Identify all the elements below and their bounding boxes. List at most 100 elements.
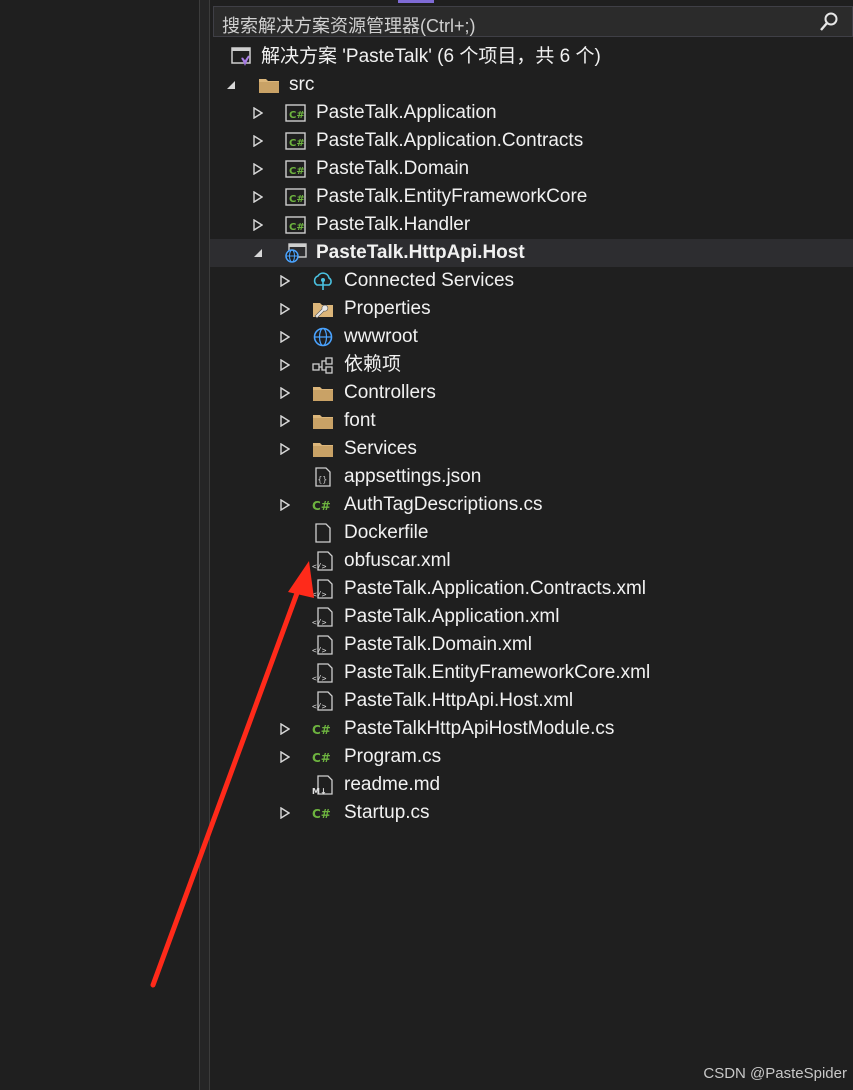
tree-item-file[interactable]: font [210, 407, 853, 435]
folder-icon [312, 411, 334, 431]
tree-item-file[interactable]: </> PasteTalk.Application.xml [210, 603, 853, 631]
expand-arrow-icon[interactable] [278, 407, 292, 435]
tree-item-file[interactable]: Dockerfile [210, 519, 853, 547]
file-icon [312, 523, 334, 543]
tree-item-file[interactable]: C# Program.cs [210, 743, 853, 771]
expand-arrow-icon[interactable] [278, 267, 292, 295]
tree-item-file[interactable]: </> obfuscar.xml [210, 547, 853, 575]
tree-item-file[interactable]: Connected Services [210, 267, 853, 295]
tree-item-file[interactable]: </> PasteTalk.HttpApi.Host.xml [210, 687, 853, 715]
tree-item-label: Program.cs [344, 746, 442, 767]
solution-explorer-search[interactable]: 搜索解决方案资源管理器(Ctrl+;) [213, 6, 853, 37]
expand-arrow-icon[interactable] [278, 715, 292, 743]
svg-text:M↓: M↓ [312, 787, 327, 795]
xml-file-icon: </> [312, 607, 334, 627]
svg-text:C#: C# [312, 723, 331, 737]
tree-item-label: wwwroot [344, 326, 418, 347]
expand-arrow-icon[interactable] [251, 155, 265, 183]
expand-arrow-icon[interactable] [278, 295, 292, 323]
tree-item-label: font [344, 410, 376, 431]
tree-item-label: PasteTalk.EntityFrameworkCore.xml [344, 662, 651, 683]
tree-item-file[interactable]: Properties [210, 295, 853, 323]
tree-item-label: PasteTalk.Application.xml [344, 606, 560, 627]
folder-icon [312, 383, 334, 403]
svg-text:</>: </> [312, 702, 327, 711]
tree-item-file[interactable]: C# Startup.cs [210, 799, 853, 827]
divider [199, 0, 200, 1090]
tree-item-file[interactable]: M↓ readme.md [210, 771, 853, 799]
solution-icon [231, 47, 253, 67]
expand-arrow-icon[interactable] [278, 379, 292, 407]
tree-item-label: src [289, 74, 315, 95]
xml-file-icon: </> [312, 691, 334, 711]
csharp-file-icon: C# [312, 719, 334, 739]
expand-arrow-icon[interactable] [278, 799, 292, 827]
csharp-file-icon: C# [312, 803, 334, 823]
tree-item-label: Connected Services [344, 270, 515, 291]
tree-item-file[interactable]: wwwroot [210, 323, 853, 351]
tree-item-label: Controllers [344, 382, 436, 403]
tree-item-project[interactable]: C# PasteTalk.Application [210, 99, 853, 127]
expand-arrow-icon[interactable] [251, 183, 265, 211]
tree-item-label: Services [344, 438, 417, 459]
svg-text:C#: C# [289, 222, 305, 233]
search-placeholder: 搜索解决方案资源管理器(Ctrl+;) [222, 16, 476, 36]
active-tab-indicator [398, 0, 434, 3]
pane-splitter[interactable] [200, 0, 209, 1090]
expand-arrow-icon[interactable] [278, 435, 292, 463]
xml-file-icon: </> [312, 635, 334, 655]
tree-item-label: Properties [344, 298, 431, 319]
tree-item-solution[interactable]: 解决方案 'PasteTalk' (6 个项目，共 6 个) [210, 43, 853, 71]
tree-item-label: 依赖项 [344, 354, 402, 375]
tree-item-label: Startup.cs [344, 802, 430, 823]
svg-text:{}: {} [318, 475, 328, 484]
svg-text:</>: </> [312, 562, 327, 571]
expand-arrow-icon[interactable] [278, 743, 292, 771]
tree-item-label: PasteTalk.EntityFrameworkCore [316, 186, 588, 207]
tree-item-file[interactable]: Services [210, 435, 853, 463]
svg-text:</>: </> [312, 590, 327, 599]
tree-item-project[interactable]: C# PasteTalk.Handler [210, 211, 853, 239]
expand-arrow-icon[interactable] [278, 351, 292, 379]
tree-item-folder-src[interactable]: src [210, 71, 853, 99]
markdown-file-icon: M↓ [312, 775, 334, 796]
expand-arrow-icon[interactable] [251, 211, 265, 239]
expand-arrow-icon[interactable] [251, 99, 265, 127]
expand-arrow-icon[interactable] [251, 127, 265, 155]
web-project-icon [285, 243, 307, 263]
json-file-icon: {} [312, 467, 334, 487]
tree-item-file[interactable]: C# PasteTalkHttpApiHostModule.cs [210, 715, 853, 743]
tree-item-project[interactable]: C# PasteTalk.Application.Contracts [210, 127, 853, 155]
expand-arrow-icon[interactable] [278, 323, 292, 351]
tree-item-label: appsettings.json [344, 466, 482, 487]
svg-text:C#: C# [289, 138, 305, 149]
csharp-project-icon: C# [285, 215, 307, 235]
folder-icon [258, 75, 280, 95]
left-editor-pane [0, 0, 199, 1090]
tree-item-file[interactable]: </> PasteTalk.Application.Contracts.xml [210, 575, 853, 603]
tree-item-file[interactable]: C# AuthTagDescriptions.cs [210, 491, 853, 519]
tree-item-project-host[interactable]: PasteTalk.HttpApi.Host [210, 239, 853, 267]
tree-item-file[interactable]: {} appsettings.json [210, 463, 853, 491]
collapse-arrow-icon[interactable] [224, 71, 238, 99]
tree-item-label: PasteTalk.HttpApi.Host [316, 242, 525, 263]
tree-item-project[interactable]: C# PasteTalk.EntityFrameworkCore [210, 183, 853, 211]
connected-services-icon [312, 271, 334, 291]
svg-text:</>: </> [312, 618, 327, 627]
tree-item-label: PasteTalk.Application.Contracts [316, 130, 584, 151]
tree-item-label: PasteTalk.Application.Contracts.xml [344, 578, 647, 599]
tree-item-label: PasteTalk.Application [316, 102, 497, 123]
svg-text:C#: C# [289, 166, 305, 177]
tree-item-file[interactable]: </> PasteTalk.Domain.xml [210, 631, 853, 659]
tree-item-project[interactable]: C# PasteTalk.Domain [210, 155, 853, 183]
search-icon[interactable] [818, 11, 842, 33]
tree-item-file[interactable]: </> PasteTalk.EntityFrameworkCore.xml [210, 659, 853, 687]
collapse-arrow-icon[interactable] [251, 239, 265, 267]
tree-item-file[interactable]: 依赖项 [210, 351, 853, 379]
expand-arrow-icon[interactable] [278, 491, 292, 519]
svg-text:C#: C# [289, 110, 305, 121]
tree-item-label: PasteTalkHttpApiHostModule.cs [344, 718, 615, 739]
xml-file-icon: </> [312, 551, 334, 571]
tree-item-label: PasteTalk.Handler [316, 214, 471, 235]
tree-item-file[interactable]: Controllers [210, 379, 853, 407]
